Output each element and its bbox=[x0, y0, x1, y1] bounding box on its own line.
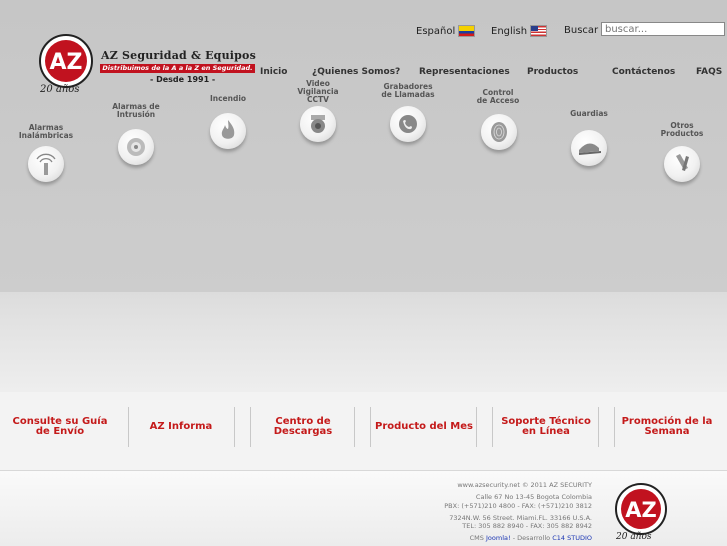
guard-cap-icon[interactable] bbox=[571, 130, 607, 166]
language-spanish-link[interactable]: Español bbox=[416, 25, 476, 37]
nav-faqs[interactable]: FAQS bbox=[696, 67, 722, 77]
product-access-control[interactable]: Control de Acceso bbox=[458, 89, 538, 105]
brand-name: AZ Seguridad & Equipos bbox=[101, 49, 256, 62]
product-fire[interactable]: Incendio bbox=[188, 95, 268, 103]
product-label: Alarmas Inalámbricas bbox=[18, 123, 74, 140]
brand-since: - Desde 1991 - bbox=[150, 75, 216, 84]
footer-credits: CMS Joomla! - Desarrollo C14 STUDIO bbox=[470, 534, 592, 542]
anniversary-text: 20 años bbox=[39, 84, 79, 94]
product-other[interactable]: Otros Productos bbox=[642, 122, 722, 138]
service-product-of-month[interactable]: Producto del Mes bbox=[372, 407, 476, 447]
header-background bbox=[0, 0, 727, 292]
service-shipping-guide[interactable]: Consulte su Guía de Envío bbox=[8, 407, 112, 447]
cms-prefix: CMS bbox=[469, 534, 484, 542]
cctv-camera-icon[interactable] bbox=[300, 106, 336, 142]
service-az-informa[interactable]: AZ Informa bbox=[130, 407, 232, 447]
divider bbox=[250, 407, 251, 447]
language-english-link[interactable]: English bbox=[491, 25, 548, 37]
product-label: Alarmas de Intrusión bbox=[112, 102, 160, 119]
c14-studio-link[interactable]: C14 STUDIO bbox=[552, 534, 592, 542]
product-guards[interactable]: Guardias bbox=[549, 110, 629, 118]
brand-tagline: Distribuimos de la A a la Z en Seguridad… bbox=[100, 64, 255, 73]
divider bbox=[354, 407, 355, 447]
service-tech-support[interactable]: Soporte Técnico en Línea bbox=[494, 407, 598, 447]
brand-logo[interactable]: AZ 20 años bbox=[36, 34, 96, 95]
service-downloads[interactable]: Centro de Descargas bbox=[252, 407, 354, 447]
divider bbox=[234, 407, 235, 447]
wireless-alarm-icon[interactable] bbox=[28, 146, 64, 182]
colombia-flag-icon bbox=[458, 25, 476, 37]
product-wireless-alarms[interactable]: Alarmas Inalámbricas bbox=[6, 124, 86, 140]
footer-phones-usa: TEL: 305 882 8940 - FAX: 305 882 8942 bbox=[462, 522, 592, 530]
joomla-link[interactable]: Joomla! bbox=[486, 534, 511, 542]
footer-phones-colombia: PBX: (+571)210 4800 - FAX: (+571)210 381… bbox=[444, 502, 592, 510]
divider bbox=[598, 407, 599, 447]
divider bbox=[476, 407, 477, 447]
service-weekly-promo[interactable]: Promoción de la Semana bbox=[616, 407, 718, 447]
nav-contactenos[interactable]: Contáctenos bbox=[612, 67, 675, 77]
divider bbox=[370, 407, 371, 447]
footer-copyright: www.azsecurity.net © 2011 AZ SECURITY bbox=[457, 481, 592, 489]
divider bbox=[128, 407, 129, 447]
language-label: English bbox=[491, 25, 528, 37]
nav-inicio[interactable]: Inicio bbox=[260, 67, 287, 77]
logo-letters: AZ bbox=[50, 50, 83, 75]
product-label: Control de Acceso bbox=[476, 88, 520, 105]
other-products-icon[interactable] bbox=[664, 146, 700, 182]
divider bbox=[614, 407, 615, 447]
nav-quienes-somos[interactable]: ¿Quienes Somos? bbox=[312, 67, 400, 77]
product-label: Guardias bbox=[570, 109, 608, 118]
product-label: Incendio bbox=[209, 94, 247, 103]
product-label: Video Vigilancia CCTV bbox=[297, 79, 339, 104]
fire-icon[interactable] bbox=[210, 113, 246, 149]
product-call-recorders[interactable]: Grabadores de Llamadas bbox=[368, 83, 448, 99]
language-label: Español bbox=[416, 25, 456, 37]
intrusion-alarm-icon[interactable] bbox=[118, 129, 154, 165]
developer-prefix: - Desarrollo bbox=[512, 534, 551, 542]
nav-productos[interactable]: Productos bbox=[527, 67, 578, 77]
footer-address-usa: 7324N.W. 56 Street. Miami.FL. 33166 U.S.… bbox=[449, 514, 592, 522]
anniversary-text: 20 años bbox=[615, 532, 652, 540]
us-flag-icon bbox=[530, 25, 548, 37]
product-intrusion-alarms[interactable]: Alarmas de Intrusión bbox=[96, 103, 176, 119]
fingerprint-icon[interactable] bbox=[481, 114, 517, 150]
search-label: Buscar bbox=[564, 25, 599, 36]
banner-area bbox=[0, 292, 727, 392]
footer-address-colombia: Calle 67 No 13-45 Bogota Colombia bbox=[475, 493, 592, 501]
nav-representaciones[interactable]: Representaciones bbox=[419, 67, 510, 77]
product-cctv[interactable]: Video Vigilancia CCTV bbox=[278, 80, 358, 104]
search-input[interactable] bbox=[601, 22, 725, 36]
call-recorder-icon[interactable] bbox=[390, 106, 426, 142]
product-label: Grabadores de Llamadas bbox=[381, 82, 435, 99]
logo-letters: AZ bbox=[625, 498, 656, 522]
product-label: Otros Productos bbox=[660, 121, 704, 138]
divider bbox=[492, 407, 493, 447]
footer-logo: AZ 20 años bbox=[612, 482, 670, 542]
